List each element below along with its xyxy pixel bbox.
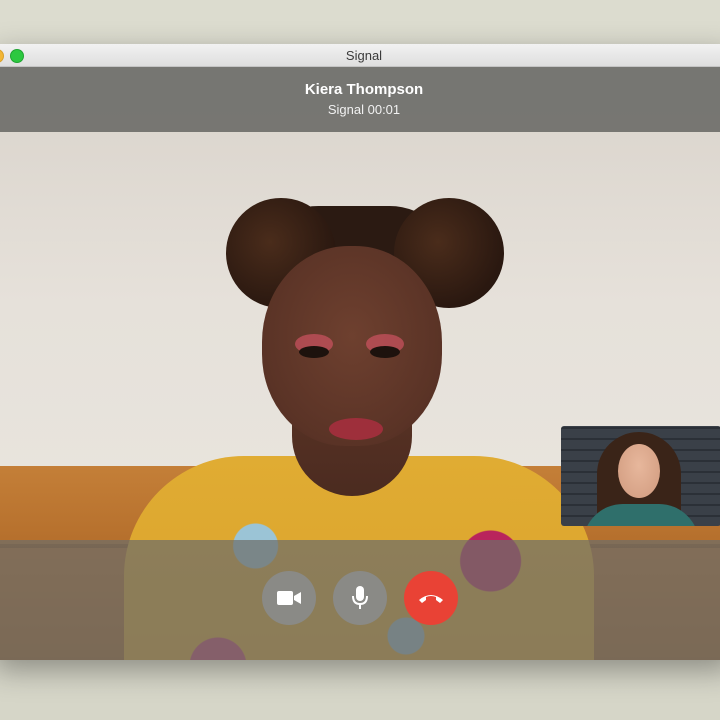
- face: [262, 246, 442, 446]
- call-controls-bar: [0, 540, 720, 660]
- window-title: Signal: [345, 48, 383, 63]
- microphone-icon: [352, 586, 368, 609]
- local-video-preview[interactable]: [561, 426, 720, 526]
- caller-name: Kiera Thompson: [304, 81, 424, 98]
- end-call-button[interactable]: [404, 571, 458, 625]
- eye-left: [299, 346, 329, 358]
- call-status-timer: Signal 00:01: [327, 102, 401, 117]
- local-face: [618, 444, 660, 498]
- video-camera-icon: [277, 591, 301, 605]
- signal-call-window: Signal Kiera Thompson Signal 00:01: [0, 44, 720, 660]
- eye-right: [370, 346, 400, 358]
- call-header: Kiera Thompson Signal 00:01: [0, 66, 720, 132]
- toggle-mic-button[interactable]: [333, 571, 387, 625]
- lips: [329, 418, 383, 440]
- toggle-video-button[interactable]: [262, 571, 316, 625]
- window-titlebar[interactable]: Signal: [0, 44, 720, 67]
- phone-hangup-icon: [419, 595, 443, 603]
